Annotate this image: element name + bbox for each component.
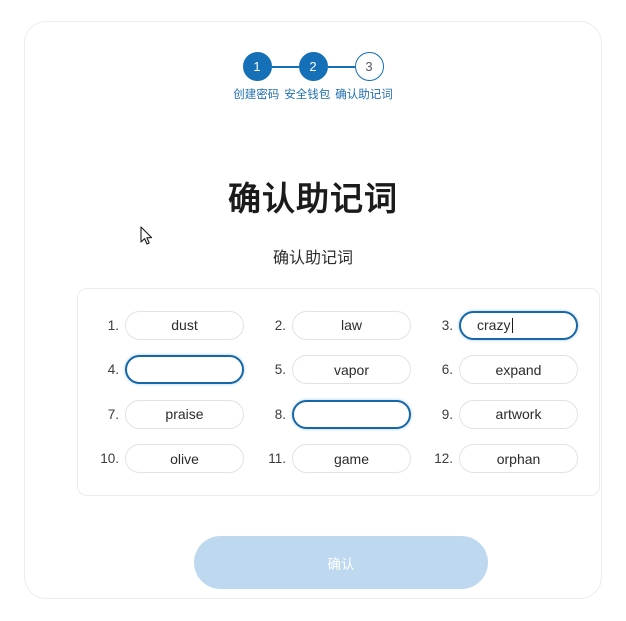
mnemonic-cell-9: 9. artwork <box>422 399 589 429</box>
text-caret-icon <box>512 317 514 333</box>
step-connector-1-2 <box>271 65 299 68</box>
mnemonic-input-4[interactable] <box>125 355 244 385</box>
mnemonic-input-2[interactable]: law <box>292 310 411 340</box>
mnemonic-index-5: 5. <box>274 362 286 378</box>
mnemonic-value-10: olive <box>170 450 199 467</box>
mnemonic-index-2: 2. <box>274 317 286 333</box>
page-title: 确认助记词 <box>228 180 398 217</box>
mnemonic-cell-2: 2. law <box>255 310 422 340</box>
mnemonic-input-9[interactable]: artwork <box>459 399 578 429</box>
mnemonic-input-7[interactable]: praise <box>125 399 244 429</box>
mnemonic-value-2: law <box>340 317 362 334</box>
step-circle-3[interactable]: 3 <box>354 52 384 81</box>
mnemonic-index-4: 4. <box>107 362 119 378</box>
mnemonic-index-12: 12. <box>434 451 453 467</box>
mnemonic-index-10: 10. <box>100 451 119 467</box>
mnemonic-input-3[interactable]: crazy <box>459 310 578 340</box>
mnemonic-value-6: expand <box>495 361 542 378</box>
mnemonic-value-11: game <box>333 450 370 467</box>
mnemonic-index-3: 3. <box>441 317 453 333</box>
mnemonic-value-7: praise <box>165 406 204 423</box>
step-progress-indicator: 1 2 3 创建密码 安全钱包 确认助记词 <box>25 52 601 104</box>
step-label-3: 确认助记词 <box>335 89 393 101</box>
mnemonic-input-10[interactable]: olive <box>125 444 244 474</box>
mnemonic-index-6: 6. <box>441 362 453 378</box>
mnemonic-value-12: orphan <box>496 450 541 467</box>
mnemonic-value-9: artwork <box>495 406 542 423</box>
mnemonic-input-1[interactable]: dust <box>125 310 244 340</box>
mnemonic-cell-4: 4. <box>88 355 255 385</box>
mnemonic-value-3: crazy <box>477 317 511 334</box>
step-circles-row: 1 2 3 <box>242 52 384 81</box>
mnemonic-value-1: dust <box>171 317 198 334</box>
step-labels-row: 创建密码 安全钱包 确认助记词 <box>233 88 393 104</box>
mnemonic-index-1: 1. <box>107 317 119 333</box>
step-circle-1[interactable]: 1 <box>242 52 272 81</box>
mnemonic-cell-5: 5. vapor <box>255 355 422 385</box>
mnemonic-input-6[interactable]: expand <box>459 355 578 385</box>
mnemonic-index-8: 8. <box>274 406 286 422</box>
mnemonic-index-7: 7. <box>107 406 119 422</box>
mnemonic-word-grid: 1. dust 2. law 3. crazy 4. 5. vapor 6. e… <box>77 288 600 496</box>
mnemonic-cell-11: 11. game <box>255 444 422 474</box>
mnemonic-input-11[interactable]: game <box>292 444 411 474</box>
mnemonic-index-11: 11. <box>268 451 286 467</box>
mnemonic-index-9: 9. <box>441 406 453 422</box>
mnemonic-input-5[interactable]: vapor <box>292 355 411 385</box>
step-label-1: 创建密码 <box>233 89 280 101</box>
step-circle-2[interactable]: 2 <box>298 52 328 81</box>
mnemonic-input-8[interactable] <box>292 399 411 429</box>
mnemonic-input-12[interactable]: orphan <box>459 444 578 474</box>
mnemonic-cell-6: 6. expand <box>422 355 589 385</box>
step-connector-2-3 <box>327 65 355 68</box>
mnemonic-cell-1: 1. dust <box>88 310 255 340</box>
confirm-button[interactable]: 确认 <box>194 536 488 589</box>
mnemonic-value-5: vapor <box>333 361 370 378</box>
mnemonic-cell-10: 10. olive <box>88 444 255 474</box>
mnemonic-cell-7: 7. praise <box>88 399 255 429</box>
page-subtitle: 确认助记词 <box>272 250 353 267</box>
step-label-2: 安全钱包 <box>284 89 331 101</box>
mnemonic-cell-12: 12. orphan <box>422 444 589 474</box>
mnemonic-cell-3: 3. crazy <box>422 310 589 340</box>
mnemonic-cell-8: 8. <box>255 399 422 429</box>
confirm-button-label: 确认 <box>327 556 355 572</box>
onboarding-card: 1 2 3 创建密码 安全钱包 确认助记词 确认助记词 确认助记词 1. dus… <box>24 21 602 599</box>
